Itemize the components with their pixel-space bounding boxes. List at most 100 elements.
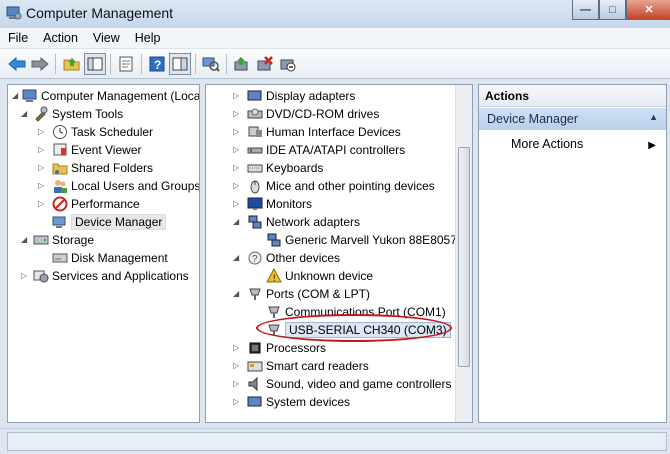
menu-view[interactable]: View xyxy=(93,31,120,45)
highlight-oval xyxy=(256,314,452,342)
menu-help[interactable]: Help xyxy=(135,31,161,45)
maximize-button[interactable]: □ xyxy=(599,0,626,20)
device-monitors[interactable]: ▷ Monitors xyxy=(233,195,312,213)
tree-performance[interactable]: ▷ Performance xyxy=(38,195,140,213)
tree-performance-label: Performance xyxy=(71,197,140,211)
collapsed-arrow-icon[interactable]: ▷ xyxy=(233,128,241,136)
device-system[interactable]: ▷ System devices xyxy=(233,393,350,411)
help-button[interactable]: ? xyxy=(146,53,168,75)
actions-pane: Actions Device Manager ▲ More Actions ▶ xyxy=(478,84,667,423)
actions-device-manager[interactable]: Device Manager ▲ xyxy=(479,108,666,130)
tree-root[interactable]: ◢ Computer Management (Local xyxy=(12,87,199,105)
device-label: System devices xyxy=(266,395,351,409)
collapsed-arrow-icon[interactable]: ▷ xyxy=(21,272,29,280)
menu-file[interactable]: File xyxy=(8,31,28,45)
action-pane-icon xyxy=(172,57,188,71)
device-mice[interactable]: ▷ Mice and other pointing devices xyxy=(233,177,435,195)
scrollbar-thumb[interactable] xyxy=(458,147,470,367)
expanded-arrow-icon[interactable]: ◢ xyxy=(233,254,241,262)
tree-services[interactable]: ▷ Services and Applications xyxy=(21,267,189,285)
tree-shared-folders[interactable]: ▷ Shared Folders xyxy=(38,159,153,177)
collapsed-arrow-icon[interactable]: ▷ xyxy=(38,128,46,136)
device-processors[interactable]: ▷ Processors xyxy=(233,339,326,357)
uninstall-button[interactable] xyxy=(254,53,276,75)
expanded-arrow-icon[interactable]: ◢ xyxy=(233,290,241,298)
collapsed-arrow-icon[interactable]: ▷ xyxy=(38,146,46,154)
console-tree-pane: ◢ Computer Management (Local ◢ System To… xyxy=(7,84,200,423)
show-action-pane-button[interactable] xyxy=(169,53,191,75)
device-unknown[interactable]: ! Unknown device xyxy=(266,267,373,285)
shared-folder-icon xyxy=(52,163,68,175)
tree-system-tools-label: System Tools xyxy=(52,107,124,121)
tree-disk-management[interactable]: Disk Management xyxy=(52,249,168,267)
properties-button[interactable] xyxy=(115,53,137,75)
warning-icon: ! xyxy=(266,268,282,283)
up-folder-button[interactable] xyxy=(61,53,83,75)
smart-card-icon xyxy=(247,361,263,372)
disable-device-icon xyxy=(280,59,296,72)
svg-text:?: ? xyxy=(154,58,161,72)
collapsed-arrow-icon[interactable]: ▷ xyxy=(233,164,241,172)
collapsed-arrow-icon[interactable]: ▷ xyxy=(38,164,46,172)
display-adapter-icon xyxy=(247,90,262,101)
collapsed-arrow-icon[interactable]: ▷ xyxy=(233,398,241,406)
device-keyboards[interactable]: ▷ Keyboards xyxy=(233,159,323,177)
menu-action[interactable]: Action xyxy=(43,31,78,45)
device-sound[interactable]: ▷ Sound, video and game controllers xyxy=(233,375,451,393)
device-network-adapters[interactable]: ◢ Network adapters xyxy=(233,213,360,231)
collapsed-arrow-icon[interactable]: ▷ xyxy=(38,200,46,208)
device-hid[interactable]: ▷ Human Interface Devices xyxy=(233,123,401,141)
collapsed-arrow-icon[interactable]: ▷ xyxy=(233,92,241,100)
collapsed-arrow-icon[interactable]: ▷ xyxy=(233,344,241,352)
collapsed-arrow-icon[interactable]: ▷ xyxy=(233,182,241,190)
speaker-icon xyxy=(248,376,258,392)
tree-system-tools[interactable]: ◢ System Tools xyxy=(21,105,123,123)
tree-event-viewer-label: Event Viewer xyxy=(71,143,142,157)
expanded-arrow-icon[interactable]: ◢ xyxy=(12,92,20,100)
expanded-arrow-icon[interactable]: ◢ xyxy=(21,236,29,244)
expanded-arrow-icon[interactable]: ◢ xyxy=(21,110,29,118)
forward-button[interactable] xyxy=(29,53,51,75)
update-driver-button[interactable] xyxy=(231,53,253,75)
ide-controller-icon xyxy=(247,147,263,154)
device-display-adapters[interactable]: ▷ Display adapters xyxy=(233,87,355,105)
collapsed-arrow-icon[interactable]: ▷ xyxy=(233,380,241,388)
tree-local-users[interactable]: ▷ Local Users and Groups xyxy=(38,177,199,195)
disable-device-button[interactable] xyxy=(277,53,299,75)
device-smartcard[interactable]: ▷ Smart card readers xyxy=(233,357,369,375)
scan-hardware-button[interactable] xyxy=(200,53,222,75)
vertical-scrollbar[interactable] xyxy=(455,85,472,422)
collapsed-arrow-icon[interactable]: ▷ xyxy=(38,182,46,190)
close-button[interactable]: ✕ xyxy=(626,0,670,20)
collapsed-arrow-icon[interactable]: ▷ xyxy=(233,200,241,208)
actions-header: Actions xyxy=(479,85,666,107)
collapsed-arrow-icon[interactable]: ▷ xyxy=(233,110,241,118)
tree-event-viewer[interactable]: ▷ Event Viewer xyxy=(38,141,141,159)
device-ide[interactable]: ▷ IDE ATA/ATAPI controllers xyxy=(233,141,405,159)
show-hide-tree-button[interactable] xyxy=(84,53,106,75)
tree-task-scheduler[interactable]: ▷ Task Scheduler xyxy=(38,123,153,141)
expanded-arrow-icon[interactable]: ◢ xyxy=(233,218,241,226)
tree-storage[interactable]: ◢ Storage xyxy=(21,231,94,249)
submenu-arrow-icon: ▶ xyxy=(648,140,656,151)
more-actions[interactable]: More Actions xyxy=(511,137,583,151)
device-marvell[interactable]: Generic Marvell Yukon 88E8057 P xyxy=(266,231,468,249)
collapsed-arrow-icon[interactable]: ▷ xyxy=(233,146,241,154)
no-entry-icon xyxy=(52,196,68,212)
device-dvd-drives[interactable]: ▷ DVD/CD-ROM drives xyxy=(233,105,379,123)
device-ports[interactable]: ◢ Ports (COM & LPT) xyxy=(233,285,370,303)
tree-task-scheduler-label: Task Scheduler xyxy=(71,125,154,139)
actions-device-manager-label: Device Manager xyxy=(487,112,579,126)
monitor-icon xyxy=(247,197,263,210)
tree-device-manager[interactable]: Device Manager xyxy=(52,213,167,231)
window-title: Computer Management xyxy=(26,5,174,21)
collapse-arrow-icon[interactable]: ▲ xyxy=(649,112,658,122)
back-button[interactable] xyxy=(6,53,28,75)
device-label: Monitors xyxy=(266,197,313,211)
device-other[interactable]: ◢? Other devices xyxy=(233,249,340,267)
title-bar[interactable]: Computer Management — □ ✕ xyxy=(0,0,670,28)
services-icon xyxy=(33,270,49,283)
minimize-button[interactable]: — xyxy=(572,0,599,20)
collapsed-arrow-icon[interactable]: ▷ xyxy=(233,362,241,370)
device-label: DVD/CD-ROM drives xyxy=(266,107,380,121)
